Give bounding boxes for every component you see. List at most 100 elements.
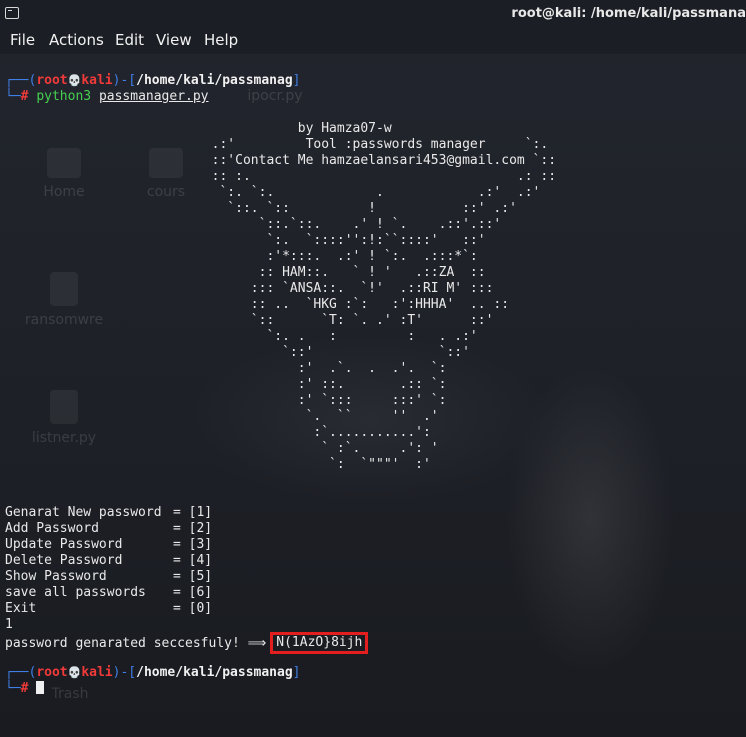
desktop-icon-label: ipocr.py	[247, 88, 303, 104]
file-icon	[50, 272, 78, 306]
desktop-icon-cours: cours	[138, 148, 194, 200]
prompt-frame: └─	[5, 89, 21, 104]
generated-password: N(1AzO}8ijh	[276, 635, 363, 650]
menu-option: Genarat New password = [1]	[5, 505, 212, 521]
menu-option: Exit = [0]	[5, 601, 212, 617]
menu-option-label: Exit	[5, 601, 37, 616]
menu-option-key: [3]	[188, 537, 213, 552]
banner-line: :' ::. .:: `:	[196, 377, 447, 392]
banner-line: `::.`::. .' ! `. .::'.::'	[196, 217, 502, 232]
folder-icon	[47, 148, 81, 178]
input-line[interactable]: └─#	[5, 681, 45, 697]
menu-option: Delete Password = [4]	[5, 553, 212, 569]
terminal-icon	[5, 7, 19, 19]
folder-icon	[149, 148, 183, 178]
skull-icon: 💀	[67, 666, 82, 679]
desktop-icon-ransomwre: ransomwre	[22, 272, 106, 328]
prompt-line-2: ┌──(root💀kali)-[/home/kali/passmanag]	[5, 665, 301, 681]
menu-option-label: Delete Password	[5, 553, 123, 568]
python-file-icon	[50, 390, 78, 424]
prompt-frame: ┌──(	[5, 73, 37, 88]
prompt-frame: )-[	[112, 665, 137, 680]
menu-option-key: [1]	[188, 505, 213, 520]
prompt-frame: ]	[292, 73, 301, 88]
banner-line: :`...........':	[196, 425, 431, 440]
ascii-banner: by Hamza07-w .:' Tool :passwords manager…	[196, 121, 556, 473]
banner-line: `:. . : : . .:'	[196, 329, 478, 344]
equals-sign: =	[173, 553, 189, 568]
prompt-user: root	[36, 73, 68, 88]
desktop-icon-label: cours	[146, 184, 186, 200]
banner-line: :' .`. . .'. `:	[196, 361, 447, 376]
banner-line: `: `"""' :'	[196, 457, 431, 472]
command-line: └─# python3 passmanager.py	[5, 89, 209, 105]
equals-sign: =	[173, 521, 189, 536]
menu-option: Update Password = [3]	[5, 537, 212, 553]
banner-line: :: HAM::. ` ! ' .::ZA ::	[196, 265, 486, 280]
banner-line: ::'Contact Me hamzaelansari453@gmail.com…	[196, 153, 557, 168]
desktop-icon-trash: Trash	[40, 686, 100, 702]
prompt-line-1: ┌──(root💀kali)-[/home/kali/passmanag]	[5, 73, 301, 89]
menu-option: Show Password = [5]	[5, 569, 212, 585]
command-argument: passmanager.py	[98, 89, 209, 104]
menu-option: save all passwords = [6]	[5, 585, 212, 601]
generated-password-box: N(1AzO}8ijh	[270, 632, 369, 654]
desktop-icon-home: Home	[36, 148, 92, 200]
prompt-frame: ┌──(	[5, 665, 37, 680]
menu-bar: File Actions Edit View Help	[0, 28, 746, 54]
prompt-path: /home/kali/passmanag	[136, 73, 293, 88]
title-bar: root@kali: /home/kali/passmana	[0, 0, 746, 28]
banner-line: :: :. .: ::	[196, 169, 557, 184]
skull-icon: 💀	[67, 74, 82, 87]
user-input: 1	[5, 617, 13, 632]
prompt-frame: ]	[292, 665, 301, 680]
banner-line: `:. `:. . .:' .:'	[196, 185, 541, 200]
menu-option-key: [4]	[188, 553, 213, 568]
arrow-icon: ⟹	[247, 636, 267, 651]
banner-line: by Hamza07-w	[196, 121, 392, 136]
menu-option-key: [0]	[188, 601, 213, 616]
banner-line: `:. `::::'':!:``::::' ::'	[196, 233, 486, 248]
prompt-hash: #	[20, 89, 29, 104]
menu-option-label: Genarat New password	[5, 505, 162, 520]
desktop-icon-label: ransomwre	[24, 312, 104, 328]
desktop-icon-label: Home	[43, 184, 85, 200]
window-title: root@kali: /home/kali/passmana	[511, 6, 746, 21]
banner-line: `:: `T: `. .' :T' ::'	[196, 313, 494, 328]
prompt-frame: )-[	[112, 73, 137, 88]
desktop-icon-label: Trash	[51, 686, 89, 702]
menu-option-key: [6]	[188, 585, 213, 600]
menu-help[interactable]: Help	[204, 31, 238, 49]
equals-sign: =	[173, 569, 189, 584]
terminal-window: Home cours ransomwre listner.py ipocr.py…	[0, 0, 746, 737]
menu-option: Add Password = [2]	[5, 521, 212, 537]
prompt-user: root	[36, 665, 68, 680]
command-text: python3	[36, 89, 92, 104]
equals-sign: =	[173, 585, 189, 600]
banner-line: `::. `:: ! ::' .:'	[196, 201, 517, 216]
banner-line: `::' `::'	[196, 345, 470, 360]
prompt-path: /home/kali/passmanag	[136, 665, 293, 680]
result-message: password genarated seccesfuly!	[5, 636, 240, 651]
banner-line: `. `` '' .'	[196, 409, 439, 424]
prompt-host: kali	[81, 73, 113, 88]
menu-option-label: Update Password	[5, 537, 123, 552]
desktop-icon-label: listner.py	[31, 430, 97, 446]
menu-option-key: [5]	[188, 569, 213, 584]
option-menu: Genarat New password = [1] Add Password = […	[5, 505, 212, 617]
banner-line: ::: `ANSA::. `!' .::RI M' :::	[196, 281, 494, 296]
menu-view[interactable]: View	[156, 31, 192, 49]
menu-file[interactable]: File	[10, 31, 35, 49]
menu-actions[interactable]: Actions	[49, 31, 104, 49]
desktop-icon-ipocr: ipocr.py	[240, 88, 310, 104]
desktop-icon-listner: listner.py	[26, 390, 102, 446]
banner-line: :: .. `HKG :`: :':HHHA' .. ::	[196, 297, 510, 312]
prompt-host: kali	[81, 665, 113, 680]
menu-option-key: [2]	[188, 521, 213, 536]
result-line: password genarated seccesfuly! ⟹ N(1AzO}8…	[5, 632, 369, 655]
menu-edit[interactable]: Edit	[115, 31, 144, 49]
equals-sign: =	[173, 505, 189, 520]
equals-sign: =	[173, 537, 189, 552]
banner-line: :'*:::. .:' ! `:. .:::*`:	[196, 249, 478, 264]
prompt-hash: #	[20, 681, 29, 696]
